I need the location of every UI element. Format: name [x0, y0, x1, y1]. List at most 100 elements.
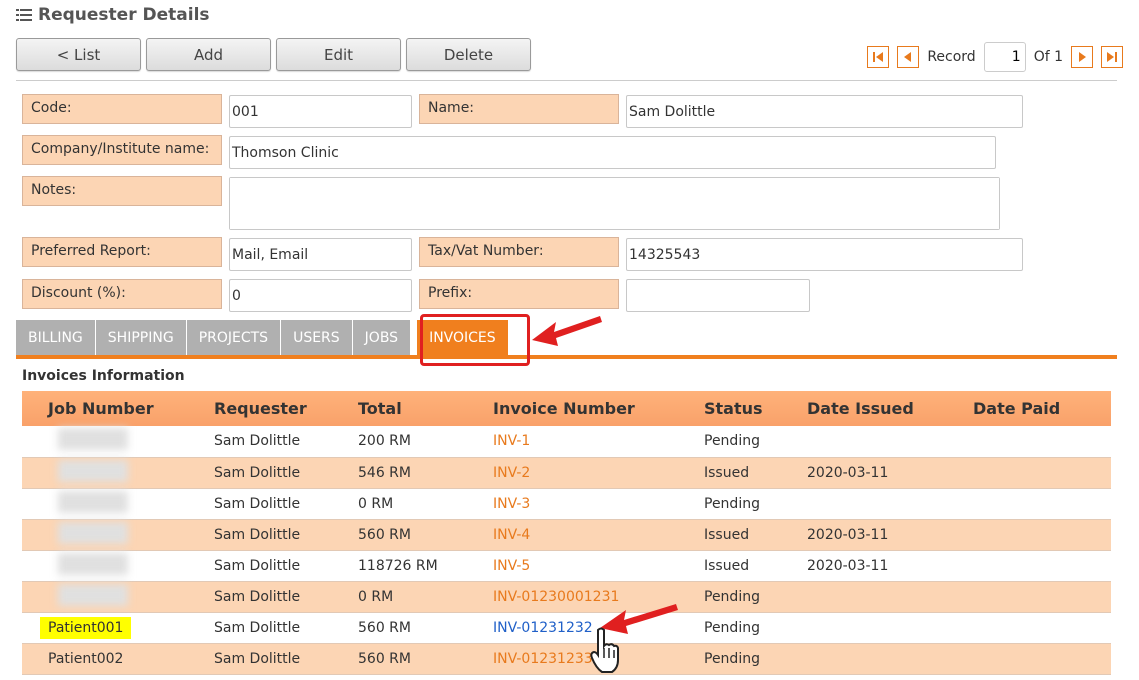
invoice-number-link[interactable]: INV-5 — [493, 550, 704, 582]
table-header-row: Job Number Requester Total Invoice Numbe… — [22, 391, 1111, 426]
next-record-icon[interactable] — [1071, 46, 1093, 68]
column-header[interactable]: Job Number — [22, 391, 214, 426]
date-paid-cell — [973, 488, 1111, 520]
total-cell: 560 RM — [358, 519, 493, 551]
column-header[interactable]: Invoice Number — [493, 391, 704, 426]
name-field[interactable]: Sam Dolittle — [626, 95, 1023, 128]
date-paid-cell — [973, 426, 1111, 458]
job-number-cell: Patient002 — [22, 643, 214, 675]
column-header[interactable]: Requester — [214, 391, 358, 426]
record-pager: Record Of 1 — [867, 42, 1123, 72]
discount-field[interactable]: 0 — [229, 279, 412, 312]
previous-record-icon[interactable] — [897, 46, 920, 68]
blurred-job-number — [58, 552, 128, 575]
table-row[interactable]: Sam Dolittle 546 RM INV-2 Issued 2020-03… — [22, 457, 1111, 489]
job-number-cell — [22, 581, 214, 613]
last-record-icon[interactable] — [1101, 46, 1123, 68]
tab-billing[interactable]: BILLING — [16, 320, 96, 356]
notes-field[interactable] — [229, 177, 1000, 230]
requester-cell: Sam Dolittle — [214, 426, 358, 458]
job-number-cell — [22, 488, 214, 520]
tab-jobs[interactable]: JOBS — [352, 320, 412, 356]
annotation-arrow-icon — [532, 316, 602, 346]
notes-textarea[interactable] — [230, 178, 999, 229]
invoices-table: Job Number Requester Total Invoice Numbe… — [22, 391, 1111, 675]
record-number-input[interactable] — [983, 42, 1026, 72]
tab-shipping[interactable]: SHIPPING — [95, 320, 187, 356]
table-row[interactable]: Sam Dolittle 200 RM INV-1 Pending — [22, 426, 1111, 458]
total-cell: 0 RM — [358, 581, 493, 613]
invoice-number-link[interactable]: INV-1 — [493, 426, 704, 458]
status-cell: Pending — [704, 581, 807, 613]
date-issued-cell — [807, 581, 973, 613]
status-cell: Pending — [704, 426, 807, 458]
prefix-field[interactable] — [626, 279, 810, 312]
requester-cell: Sam Dolittle — [214, 550, 358, 582]
date-paid-cell — [973, 550, 1111, 582]
table-row[interactable]: Sam Dolittle 0 RM INV-3 Pending — [22, 488, 1111, 520]
page-title: Requester Details — [16, 5, 210, 25]
total-cell: 560 RM — [358, 612, 493, 644]
table-row[interactable]: Patient002 Sam Dolittle 560 RM INV-01231… — [22, 643, 1111, 675]
requester-cell: Sam Dolittle — [214, 612, 358, 644]
table-row[interactable]: Patient001 Sam Dolittle 560 RM INV-01231… — [22, 612, 1111, 644]
requester-cell: Sam Dolittle — [214, 519, 358, 551]
status-cell: Pending — [704, 643, 807, 675]
column-header[interactable]: Status — [704, 391, 807, 426]
list-button[interactable]: < List — [16, 38, 141, 71]
total-cell: 546 RM — [358, 457, 493, 489]
requester-cell: Sam Dolittle — [214, 457, 358, 489]
blurred-job-number — [58, 428, 128, 451]
date-paid-cell — [973, 581, 1111, 613]
table-row[interactable]: Sam Dolittle 560 RM INV-4 Issued 2020-03… — [22, 519, 1111, 551]
date-issued-cell: 2020-03-11 — [807, 457, 973, 489]
status-cell: Issued — [704, 550, 807, 582]
date-issued-cell — [807, 643, 973, 675]
status-cell: Pending — [704, 488, 807, 520]
invoice-number-link[interactable]: INV-4 — [493, 519, 704, 551]
tab-users[interactable]: USERS — [281, 320, 353, 356]
total-cell: 0 RM — [358, 488, 493, 520]
edit-button[interactable]: Edit — [276, 38, 401, 71]
record-label: Record — [927, 49, 976, 65]
blurred-job-number — [58, 459, 128, 482]
column-header[interactable]: Date Issued — [807, 391, 973, 426]
column-header[interactable]: Date Paid — [973, 391, 1111, 426]
delete-button[interactable]: Delete — [406, 38, 531, 71]
discount-label: Discount (%): — [22, 279, 222, 309]
status-cell: Pending — [704, 612, 807, 644]
preferred-report-field[interactable]: Mail, Email — [229, 238, 412, 271]
date-paid-cell — [973, 643, 1111, 675]
requester-cell: Sam Dolittle — [214, 488, 358, 520]
tab-projects[interactable]: PROJECTS — [186, 320, 282, 356]
total-cell: 560 RM — [358, 643, 493, 675]
record-total: Of 1 — [1033, 49, 1063, 65]
list-icon — [16, 9, 32, 21]
hand-cursor-icon — [590, 627, 619, 673]
date-issued-cell: 2020-03-11 — [807, 550, 973, 582]
code-label: Code: — [22, 94, 222, 124]
column-header[interactable]: Total — [358, 391, 493, 426]
date-paid-cell — [973, 519, 1111, 551]
header-divider — [16, 80, 1117, 81]
requester-cell: Sam Dolittle — [214, 643, 358, 675]
status-cell: Issued — [704, 519, 807, 551]
invoices-section-title: Invoices Information — [22, 368, 185, 384]
page-title-text: Requester Details — [38, 5, 210, 25]
table-row[interactable]: Sam Dolittle 0 RM INV-01230001231 Pendin… — [22, 581, 1111, 613]
company-field[interactable]: Thomson Clinic — [229, 136, 996, 169]
table-row[interactable]: Sam Dolittle 118726 RM INV-5 Issued 2020… — [22, 550, 1111, 582]
tax-vat-field[interactable]: 14325543 — [626, 238, 1023, 271]
invoice-number-link[interactable]: INV-2 — [493, 457, 704, 489]
add-button[interactable]: Add — [146, 38, 271, 71]
status-cell: Issued — [704, 457, 807, 489]
invoice-number-link[interactable]: INV-3 — [493, 488, 704, 520]
job-number-cell — [22, 426, 214, 458]
date-paid-cell — [973, 612, 1111, 644]
blurred-job-number — [58, 490, 128, 513]
prefix-label: Prefix: — [419, 279, 619, 309]
total-cell: 200 RM — [358, 426, 493, 458]
first-record-icon[interactable] — [867, 46, 890, 68]
blurred-job-number — [58, 583, 128, 606]
code-field[interactable]: 001 — [229, 95, 412, 128]
